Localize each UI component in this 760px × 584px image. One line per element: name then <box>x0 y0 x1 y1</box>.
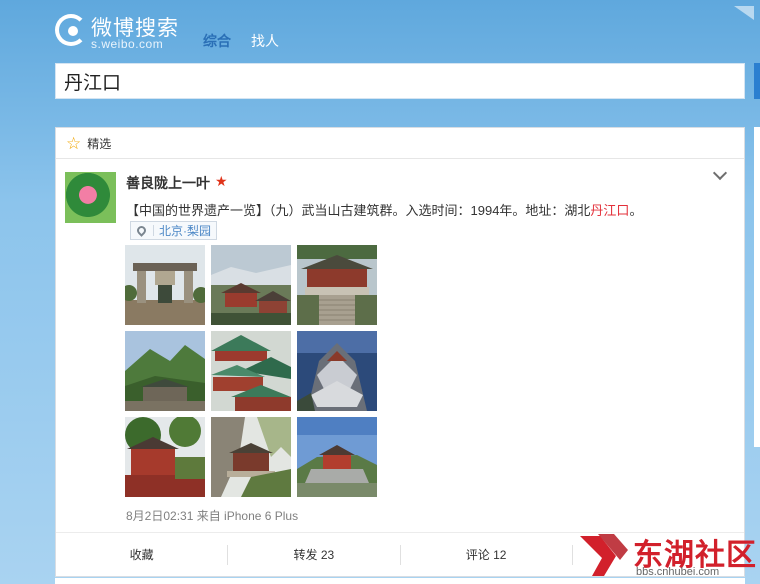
location-text: 北京·梨园 <box>159 224 211 238</box>
location-tag[interactable]: 北京·梨园 <box>130 221 217 240</box>
photo-temple-roofs-valley[interactable] <box>211 245 291 325</box>
search-logo-icon <box>55 14 87 46</box>
verified-badge-icon: ★ <box>215 173 228 189</box>
avatar[interactable] <box>65 172 116 223</box>
logo-subtitle: s.weibo.com <box>91 37 164 51</box>
weibo-post-card: ☆ 精选 善良陇上一叶 ★ 【中国的世界遗产一览】（九）武当山古建筑群。入选时间… <box>55 127 745 577</box>
favorite-button[interactable]: 收藏 <box>56 544 229 565</box>
tab-find-people[interactable]: 找人 <box>251 31 279 51</box>
repost-button[interactable]: 转发 23 <box>228 544 401 565</box>
post-text-end: 。 <box>629 203 643 218</box>
post-text: 【中国的世界遗产一览】（九）武当山古建筑群。入选时间：1994年。地址：湖北丹江… <box>126 200 642 219</box>
search-box[interactable] <box>55 63 745 99</box>
comment-button[interactable]: 评论 12 <box>401 544 573 565</box>
photo-red-walls-trees[interactable] <box>125 417 205 497</box>
photo-mountain-temple[interactable] <box>125 331 205 411</box>
star-icon: ☆ <box>66 133 82 153</box>
watermark-url: bbs.cnhubei.com <box>636 566 720 578</box>
side-panel-edge <box>754 127 760 447</box>
photo-green-tile-roofs[interactable] <box>211 331 291 411</box>
watermark: 东湖社区 bbs.cnhubei.com <box>578 526 760 584</box>
photo-palace-hall-stairs[interactable] <box>297 245 377 325</box>
user-name[interactable]: 善良陇上一叶 <box>126 173 210 193</box>
search-input[interactable] <box>56 64 744 98</box>
post-keyword-highlight[interactable]: 丹江口 <box>590 203 629 218</box>
photo-stone-archway[interactable] <box>125 245 205 325</box>
photo-summit-temple[interactable] <box>297 417 377 497</box>
photo-grid <box>125 245 379 499</box>
photo-cliffside-pavilion[interactable] <box>211 417 291 497</box>
weibo-search-logo[interactable]: 微博搜索 s.weibo.com <box>55 12 195 52</box>
card-header: ☆ 精选 <box>56 128 744 159</box>
corner-decoration <box>734 6 754 20</box>
search-nav: 综合 找人 <box>203 31 279 51</box>
divider <box>153 225 154 236</box>
location-pin-icon <box>135 224 148 237</box>
chevron-down-icon[interactable] <box>712 165 728 181</box>
post-time-source[interactable]: 8月2日02:31 来自 iPhone 6 Plus <box>126 507 298 524</box>
post-text-main: 【中国的世界遗产一览】（九）武当山古建筑群。入选时间：1994年。地址：湖北 <box>126 203 591 218</box>
section-label: 精选 <box>87 136 112 151</box>
header: 微博搜索 s.weibo.com 综合 找人 <box>0 0 760 62</box>
photo-cliff-temple-aerial[interactable] <box>297 331 377 411</box>
tab-comprehensive[interactable]: 综合 <box>203 31 231 51</box>
watermark-logo-icon <box>580 534 628 576</box>
search-button-edge[interactable] <box>754 63 760 99</box>
